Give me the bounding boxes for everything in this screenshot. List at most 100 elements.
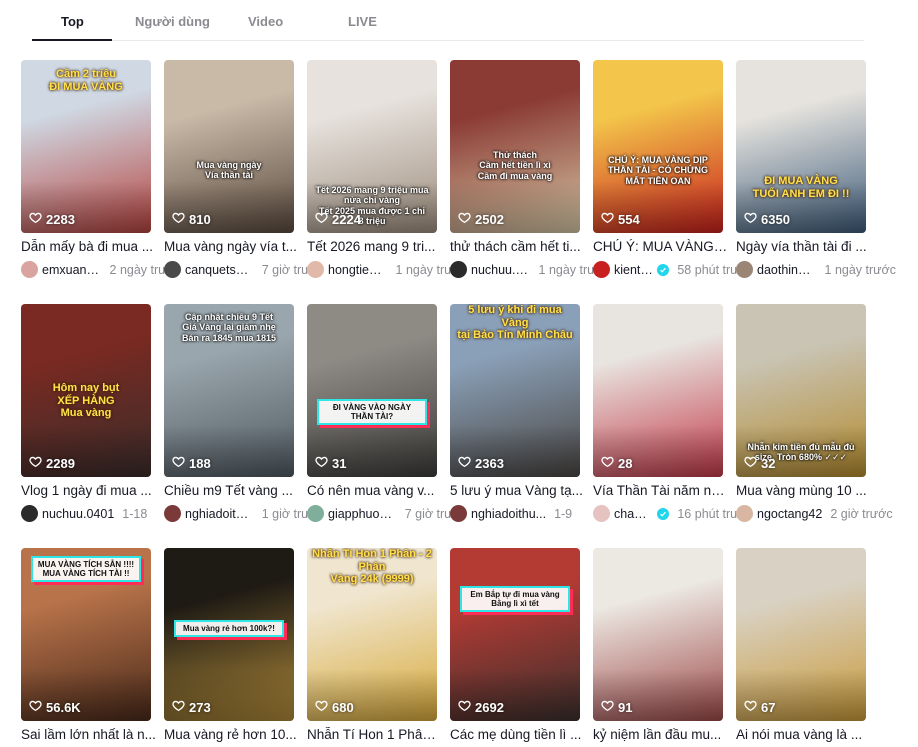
video-caption[interactable]: 5 lưu ý mua Vàng tạ... <box>450 483 585 498</box>
video-thumbnail[interactable]: Hôm nay bụt XẾP HÀNG Mua vàng 2289 <box>21 304 151 477</box>
video-thumbnail[interactable]: Nhẫn Tí Hon 1 Phân - 2 Phân Vàng 24k (99… <box>307 548 437 721</box>
heart-icon <box>29 455 42 471</box>
thumbnail-shade <box>736 60 866 233</box>
video-caption[interactable]: Vlog 1 ngày đi mua ... <box>21 483 156 498</box>
avatar[interactable] <box>21 261 38 278</box>
thumbnail-overlay-text: Thử thách Cầm hết tiền lì xì Cầm đi mua … <box>477 150 553 181</box>
video-card[interactable]: Nhẫn Tí Hon 1 Phân - 2 Phân Vàng 24k (99… <box>307 548 442 742</box>
tab-top[interactable]: Top <box>61 14 84 29</box>
like-count: 188 <box>172 455 211 471</box>
video-card[interactable]: Cầm 2 triệu ĐI MUA VÀNG 2283 Dẫn mấy bà đi… <box>21 60 181 278</box>
video-thumbnail[interactable]: 91 <box>593 548 723 721</box>
video-caption[interactable]: Mua vàng ngày vía t... <box>164 239 299 254</box>
video-card[interactable]: Tết 2026 mang 9 triệu mua nửa chỉ vàng T… <box>307 60 467 278</box>
video-card[interactable]: Mua vàng ngày Vía thần tài 810 Mua vàng ng… <box>164 60 324 278</box>
like-count: 2502 <box>458 211 504 227</box>
thumbnail-overlay-text: Cập nhật chiều 9 Tết Giá Vàng lại giảm n… <box>181 312 277 343</box>
like-count: 810 <box>172 211 211 227</box>
username[interactable]: nuchuu.0401 <box>471 263 531 277</box>
post-time: 1-18 <box>122 506 148 521</box>
like-count: 6350 <box>744 211 790 227</box>
username[interactable]: hongtieuho... <box>328 263 388 277</box>
video-caption[interactable]: Sai lầm lớn nhất là n... <box>21 727 156 742</box>
video-card[interactable]: Em Bắp tự đi mua vàng Bằng lì xì tết 2692… <box>450 548 581 742</box>
avatar[interactable] <box>450 261 467 278</box>
video-caption[interactable]: Mua vàng rẻ hơn 10... <box>164 727 299 742</box>
video-thumbnail[interactable]: ĐI MUA VÀNG TUỔI ANH EM ĐI !! 6350 <box>736 60 866 233</box>
video-caption[interactable]: Có nên mua vàng v... <box>307 483 442 498</box>
username[interactable]: kienthuckin... <box>614 263 653 277</box>
video-card[interactable]: ĐI MUA VÀNG TUỔI ANH EM ĐI !! 6350 Ngày ví… <box>736 60 896 278</box>
thumbnail-shade <box>164 60 294 233</box>
video-card[interactable]: Cập nhật chiều 9 Tết Giá Vàng lại giảm n… <box>164 304 324 522</box>
video-caption[interactable]: Chiều m9 Tết vàng ... <box>164 483 299 498</box>
username[interactable]: nghiadoithu... <box>471 507 546 521</box>
video-thumbnail[interactable]: MUA VÀNG TÍCH SẴN !!!! MUA VÀNG TÍCH TÀI… <box>21 548 151 721</box>
avatar[interactable] <box>736 261 753 278</box>
avatar[interactable] <box>593 261 610 278</box>
video-caption[interactable]: thử thách cầm hết ti... <box>450 239 585 254</box>
video-thumbnail[interactable]: 67 <box>736 548 866 721</box>
video-thumbnail[interactable]: Cập nhật chiều 9 Tết Giá Vàng lại giảm n… <box>164 304 294 477</box>
avatar[interactable] <box>164 505 181 522</box>
video-caption[interactable]: Mua vàng mùng 10 ... <box>736 483 871 498</box>
tab-users[interactable]: Người dùng <box>135 14 210 29</box>
like-count: 56.6K <box>29 699 81 715</box>
video-caption[interactable]: kỷ niệm lần đầu mu... <box>593 727 728 742</box>
video-caption[interactable]: Nhẫn Tí Hon 1 Phân ... <box>307 727 442 742</box>
video-card[interactable]: MUA VÀNG TÍCH SẴN !!!! MUA VÀNG TÍCH TÀI… <box>21 548 156 742</box>
username[interactable]: canquetsai... <box>185 263 254 277</box>
post-time: 1 ngày trước <box>824 262 896 277</box>
video-thumbnail[interactable]: ĐI VÀNG VÀO NGÀY THẦN TÀI? 31 <box>307 304 437 477</box>
avatar[interactable] <box>593 505 610 522</box>
heart-icon <box>601 699 614 715</box>
video-thumbnail[interactable]: 28 <box>593 304 723 477</box>
video-caption[interactable]: Ai nói mua vàng là ... <box>736 727 871 742</box>
avatar[interactable] <box>307 261 324 278</box>
video-caption[interactable]: CHÚ Ý: MUA VÀNG ... <box>593 239 728 254</box>
username[interactable]: nghiadoithu... <box>185 507 254 521</box>
video-thumbnail[interactable]: CHÚ Ý: MUA VÀNG DỊP THẦN TÀI - CÓ CHỨNG … <box>593 60 723 233</box>
video-caption[interactable]: Các mẹ dùng tiền lì ... <box>450 727 585 742</box>
video-card[interactable]: Hôm nay bụt XẾP HÀNG Mua vàng 2289 Vlog 1 … <box>21 304 152 522</box>
username[interactable]: nuchuu.0401 <box>42 507 114 521</box>
username[interactable]: giapphuong... <box>328 507 397 521</box>
tab-video[interactable]: Video <box>248 14 283 29</box>
video-thumbnail[interactable]: Nhẫn kim tiền đủ mẫu đủ size. Tròn 680% … <box>736 304 866 477</box>
video-meta: hongtieuho...1 ngày trước <box>307 261 467 278</box>
video-caption[interactable]: Ngày vía thần tài đi ... <box>736 239 871 254</box>
like-count-value: 32 <box>761 455 776 471</box>
video-card[interactable]: 67 Ai nói mua vàng là ... <box>736 548 866 742</box>
post-time: 1-9 <box>554 506 573 521</box>
video-card[interactable]: 28 Vía Thần Tài năm na... chau_muoi16 phút… <box>593 304 753 522</box>
video-caption[interactable]: Vía Thần Tài năm na... <box>593 483 728 498</box>
avatar[interactable] <box>21 505 38 522</box>
video-thumbnail[interactable]: Mua vàng ngày Vía thần tài 810 <box>164 60 294 233</box>
video-card[interactable]: ĐI VÀNG VÀO NGÀY THẦN TÀI? 31 Có nên mua v… <box>307 304 467 522</box>
video-thumbnail[interactable]: Em Bắp tự đi mua vàng Bằng lì xì tết 2692 <box>450 548 580 721</box>
video-card[interactable]: 91 kỷ niệm lần đầu mu... <box>593 548 723 742</box>
video-caption[interactable]: Dẫn mấy bà đi mua ... <box>21 239 156 254</box>
video-card[interactable]: Nhẫn kim tiền đủ mẫu đủ size. Tròn 680% … <box>736 304 893 522</box>
username[interactable]: ngoctang42 <box>757 507 822 521</box>
video-card[interactable]: Mua vàng rẻ hơn 100k?! 273 Mua vàng rẻ hơn… <box>164 548 297 742</box>
video-card[interactable]: Thử thách Cầm hết tiền lì xì Cầm đi mua … <box>450 60 610 278</box>
video-thumbnail[interactable]: Cầm 2 triệu ĐI MUA VÀNG 2283 <box>21 60 151 233</box>
video-thumbnail[interactable]: 5 lưu ý khi đi mua Vàng tại Bảo Tín Minh… <box>450 304 580 477</box>
username[interactable]: daothinhvu... <box>757 263 817 277</box>
avatar[interactable] <box>736 505 753 522</box>
avatar[interactable] <box>307 505 324 522</box>
like-count: 32 <box>744 455 775 471</box>
video-thumbnail[interactable]: Tết 2026 mang 9 triệu mua nửa chỉ vàng T… <box>307 60 437 233</box>
video-card[interactable]: CHÚ Ý: MUA VÀNG DỊP THẦN TÀI - CÓ CHỨNG … <box>593 60 753 278</box>
video-thumbnail[interactable]: Mua vàng rẻ hơn 100k?! 273 <box>164 548 294 721</box>
username[interactable]: emxuan.an... <box>42 263 102 277</box>
video-card[interactable]: 5 lưu ý khi đi mua Vàng tại Bảo Tín Minh… <box>450 304 583 522</box>
heart-icon <box>29 211 42 227</box>
tab-live[interactable]: LIVE <box>348 14 377 29</box>
video-thumbnail[interactable]: Thử thách Cầm hết tiền lì xì Cầm đi mua … <box>450 60 580 233</box>
video-caption[interactable]: Tết 2026 mang 9 tri... <box>307 239 442 254</box>
username[interactable]: chau_muoi <box>614 507 653 521</box>
avatar[interactable] <box>450 505 467 522</box>
avatar[interactable] <box>164 261 181 278</box>
